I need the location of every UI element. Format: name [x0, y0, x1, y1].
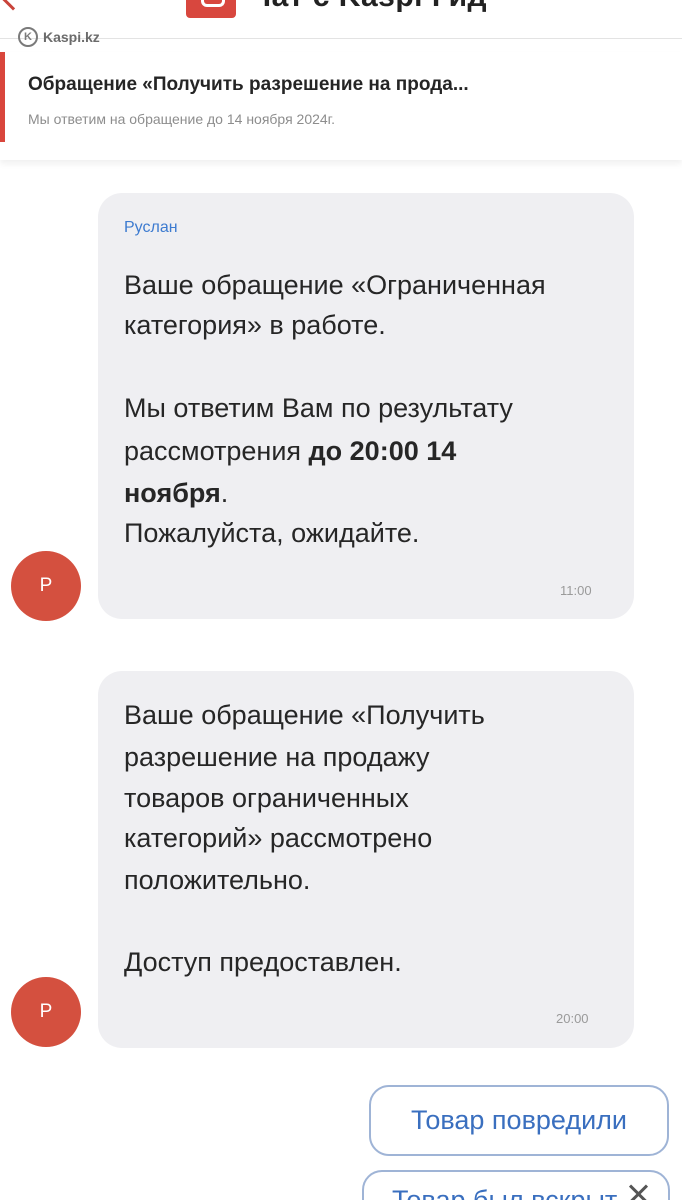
top-bar: Чат с Kaspi Гид: [0, 0, 682, 40]
kaspi-logo-icon: K: [18, 27, 38, 47]
close-icon[interactable]: [626, 1182, 650, 1200]
message-line: категория» в работе.: [124, 310, 386, 340]
chat-icon: [186, 0, 236, 18]
watermark-text: Kaspi.kz: [43, 29, 100, 45]
message-line: Пожалуйста, ожидайте.: [124, 518, 420, 548]
message-line: рассмотрения до 20:00 14: [124, 433, 456, 469]
message-line: товаров ограниченных: [124, 783, 409, 813]
message-line: положительно.: [124, 865, 311, 895]
avatar: Р: [11, 551, 81, 621]
message-line: Мы ответим Вам по результату: [124, 393, 513, 423]
message-line: разрешение на продажу: [124, 742, 430, 772]
message-line: Ваше обращение «Ограниченная: [124, 270, 546, 300]
quick-reply-button[interactable]: Товар был вскрыт: [362, 1170, 670, 1200]
appeal-card[interactable]: [0, 52, 682, 160]
message-bold-text: до 20:00 14: [308, 436, 457, 466]
appeal-accent-bar: [0, 52, 5, 142]
quick-reply-label: Товар был вскрыт: [392, 1184, 618, 1200]
header-divider: [0, 38, 682, 39]
message-line: Доступ предоставлен.: [124, 947, 402, 977]
avatar: Р: [11, 977, 81, 1047]
back-arrow-icon[interactable]: [0, 0, 29, 11]
quick-reply-label: Товар повредили: [410, 1105, 628, 1135]
message-time: 11:00: [560, 583, 592, 598]
message-text: .: [220, 478, 229, 508]
message-time: 20:00: [556, 1011, 589, 1026]
message-bold-text: ноября: [124, 478, 221, 508]
message-sender: Руслан: [124, 219, 178, 236]
quick-reply-button[interactable]: Товар повредили: [369, 1085, 669, 1156]
message-line: ноября.: [124, 475, 228, 511]
message-line: Ваше обращение «Получить: [124, 700, 485, 730]
chat-title: Чат с Kaspi Гид: [250, 0, 487, 14]
kaspi-watermark: K Kaspi.kz: [18, 27, 100, 47]
message-text: рассмотрения: [124, 436, 309, 466]
message-line: категорий» рассмотрено: [124, 823, 433, 853]
appeal-title: Обращение «Получить разрешение на прода.…: [28, 74, 469, 95]
appeal-subtitle: Мы ответим на обращение до 14 ноября 202…: [28, 111, 335, 127]
